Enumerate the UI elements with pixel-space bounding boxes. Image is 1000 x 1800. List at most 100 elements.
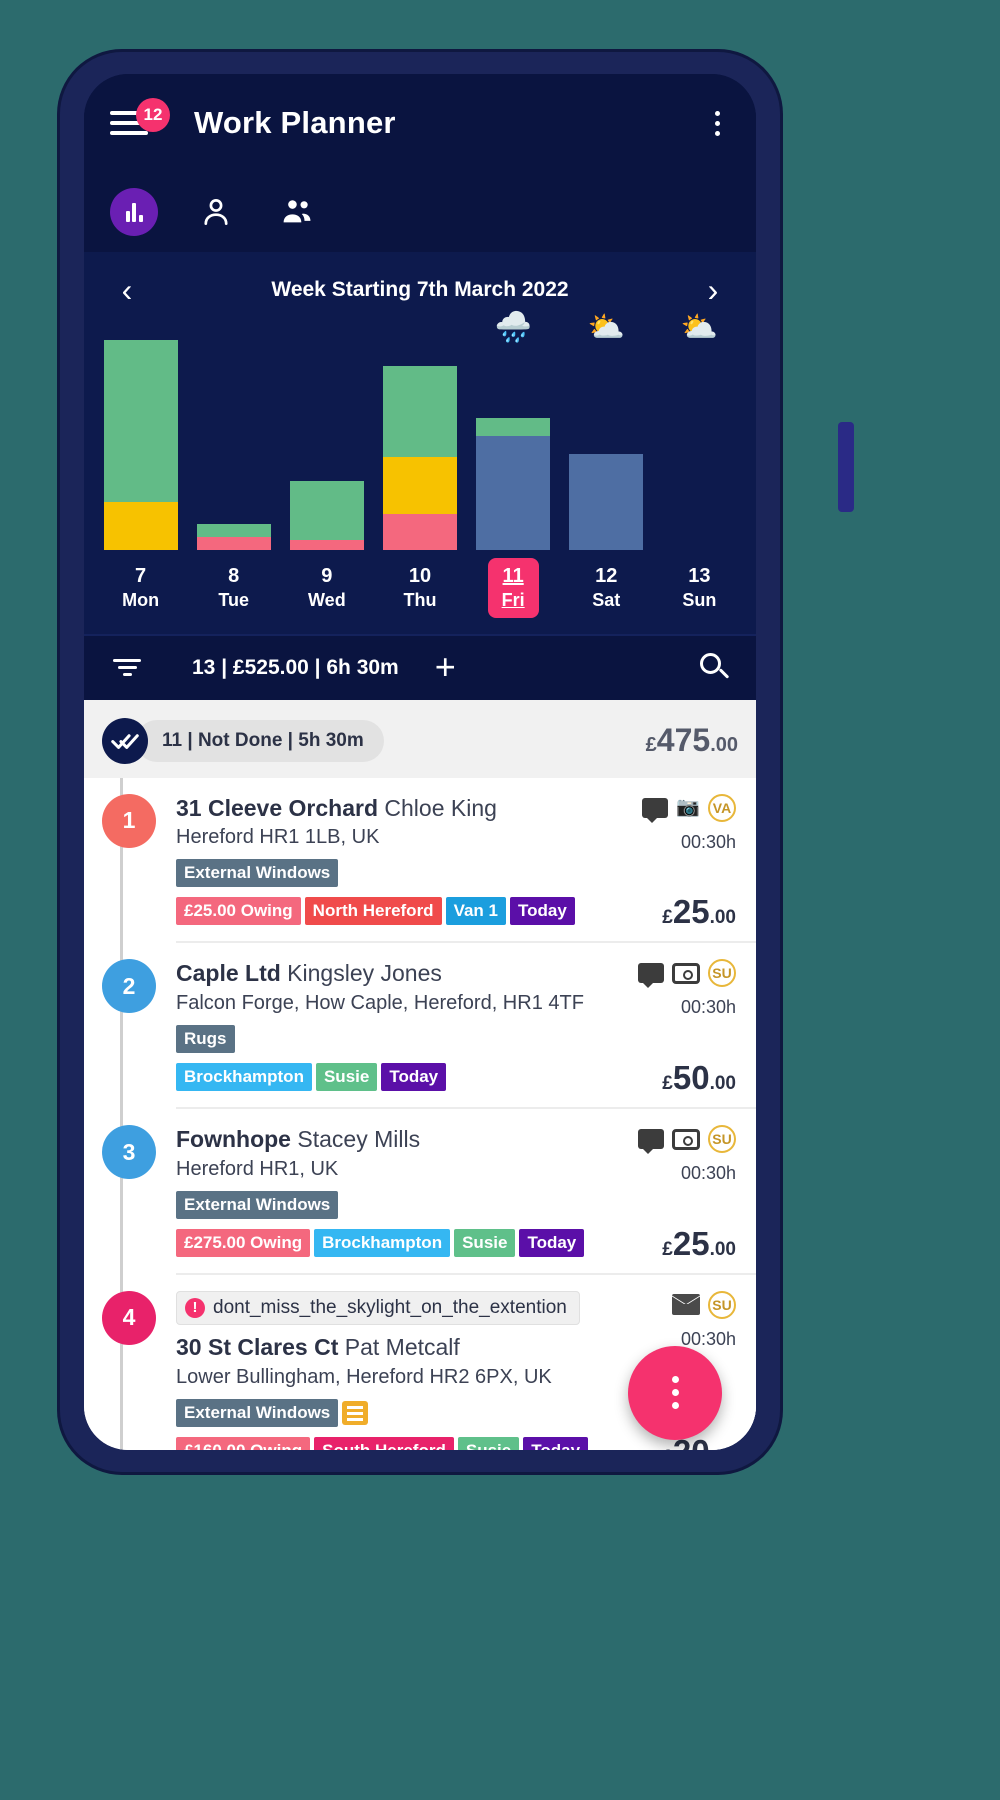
bar-column[interactable]	[373, 330, 466, 550]
label-tag[interactable]: Today	[523, 1436, 589, 1450]
chat-icon[interactable]	[638, 963, 664, 989]
bar-chart-icon	[125, 202, 143, 222]
label-tag[interactable]: Susie	[457, 1436, 520, 1450]
job-type-tag[interactable]: Rugs	[176, 1025, 235, 1053]
job-address: Falcon Forge, How Caple, Hereford, HR1 4…	[176, 992, 584, 1014]
label-tag[interactable]: Today	[381, 1063, 447, 1091]
job-amount-minor: .00	[710, 1447, 736, 1451]
tab-team[interactable]	[274, 188, 322, 236]
day-number: 11	[502, 565, 524, 587]
day-number: 7	[135, 565, 147, 587]
tab-chart[interactable]	[110, 188, 158, 236]
label-tag[interactable]: Today	[510, 897, 575, 926]
chat-icon[interactable]	[642, 797, 669, 823]
label-tag[interactable]: £25.00 Owing	[176, 897, 301, 926]
menu-badge: 12	[136, 98, 170, 132]
job-site: 30 St Clares Ct	[176, 1333, 339, 1360]
label-tag[interactable]: £160.00 Owing	[176, 1436, 311, 1450]
filter-icon[interactable]	[110, 659, 144, 676]
avatar[interactable]: SU	[708, 1290, 736, 1319]
bar-segment	[476, 417, 551, 436]
bar-column[interactable]	[94, 330, 187, 550]
label-tag[interactable]: £275.00 Owing	[176, 1228, 311, 1257]
job-card[interactable]: 1 31 Cleeve Orchard Chloe King Hereford HR…	[102, 777, 756, 944]
people-icon	[283, 200, 311, 223]
fab-more-button[interactable]	[628, 1345, 722, 1440]
day-button[interactable]: 7 Mon	[108, 558, 173, 618]
chat-icon[interactable]	[638, 1129, 664, 1154]
job-title: Caple Ltd Kingsley Jones	[176, 959, 608, 988]
job-card-meta: SU 00:30h £25.00	[608, 1125, 736, 1262]
camera-icon[interactable]: 📷	[676, 798, 700, 817]
day-button[interactable]: 10 Thu	[389, 558, 450, 618]
avatar[interactable]: VA	[708, 793, 736, 822]
money-icon[interactable]	[672, 1128, 700, 1150]
avatar[interactable]: SU	[708, 959, 736, 988]
job-card[interactable]: 3 Fownhope Stacey Mills Hereford HR1, UK Ex…	[102, 1109, 756, 1275]
job-title: Fownhope Stacey Mills	[176, 1125, 608, 1154]
bar-column[interactable]	[560, 330, 653, 550]
job-card-meta: 📷 VA 00:30h £25.00	[608, 793, 736, 930]
label-tag[interactable]: Brockhampton	[176, 1063, 312, 1091]
label-tag[interactable]: North Hereford	[304, 897, 442, 926]
job-type-row: External Windows	[176, 859, 608, 888]
tab-person[interactable]	[192, 188, 240, 236]
job-duration: 00:30h	[680, 1163, 736, 1183]
job-card[interactable]: 2 Caple Ltd Kingsley Jones Falcon Forge, H…	[102, 943, 756, 1109]
job-address: Lower Bullingham, Hereford HR2 6PX, UK	[176, 1365, 552, 1388]
group-header-not-done[interactable]: 11 | Not Done | 5h 30m £475.00	[84, 700, 756, 778]
bar-column[interactable]	[187, 330, 280, 550]
bar-column[interactable]	[280, 330, 373, 550]
avatar[interactable]: SU	[708, 1125, 736, 1153]
kebab-menu-icon[interactable]	[705, 105, 730, 142]
day-name: Fri	[501, 590, 525, 610]
label-tag[interactable]: Today	[519, 1228, 585, 1257]
job-number-badge[interactable]: 2	[102, 959, 156, 1014]
day-button[interactable]: 8 Tue	[204, 558, 263, 618]
job-tag-row: £25.00 Owing North Hereford Van 1 Today	[176, 897, 608, 926]
bar-segment	[382, 456, 457, 514]
job-site: Caple Ltd	[176, 960, 281, 987]
label-tag[interactable]: South Hereford	[314, 1436, 454, 1450]
money-icon[interactable]	[672, 962, 700, 984]
menu-button[interactable]: 12	[110, 98, 172, 146]
add-job-button[interactable]: +	[435, 649, 456, 685]
job-number-badge[interactable]: 3	[102, 1125, 156, 1179]
job-type-tag[interactable]: External Windows	[176, 1398, 339, 1427]
day-button[interactable]: 13 Sun	[668, 558, 730, 618]
label-tag[interactable]: Susie	[315, 1063, 378, 1091]
day-number: 8	[228, 565, 240, 587]
bar-column[interactable]	[467, 330, 560, 550]
note-icon[interactable]	[342, 1400, 369, 1425]
bar-column[interactable]	[653, 330, 746, 550]
day-button[interactable]: 12 Sat	[578, 558, 634, 618]
job-type-row: Rugs	[176, 1025, 608, 1053]
group-total-major: 475	[656, 722, 711, 758]
job-type-tag[interactable]: External Windows	[176, 859, 339, 888]
search-icon[interactable]	[700, 652, 730, 683]
job-address: Hereford HR1, UK	[176, 1157, 339, 1180]
job-number-badge[interactable]: 4	[102, 1290, 156, 1345]
job-card-meta: SU 00:30h £50.00	[608, 959, 736, 1096]
warning-chip[interactable]: ! dont_miss_the_skylight_on_the_extention	[176, 1290, 580, 1325]
phone-frame: 12 Work Planner ‹ Week Starting 7th Marc…	[60, 52, 854, 1472]
day-name: Thu	[403, 590, 437, 610]
envelope-icon[interactable]	[672, 1294, 700, 1316]
job-amount: £25.00	[662, 893, 736, 931]
day-button[interactable]: 11 Fri	[487, 558, 539, 618]
person-icon	[204, 199, 228, 225]
bar-segment	[476, 435, 551, 550]
job-amount-minor: .00	[709, 1238, 736, 1260]
label-tag[interactable]: Brockhampton	[314, 1228, 451, 1257]
stacked-bar	[196, 524, 271, 550]
job-list[interactable]: 11 | Not Done | 5h 30m £475.00 1 31 Cleev…	[84, 699, 756, 1451]
job-number-badge[interactable]: 1	[102, 793, 156, 848]
job-customer: Kingsley Jones	[287, 960, 442, 987]
job-type-tag[interactable]: External Windows	[176, 1190, 339, 1219]
label-tag[interactable]: Van 1	[445, 897, 506, 926]
label-tag[interactable]: Susie	[454, 1228, 516, 1257]
bar-segment	[382, 365, 457, 457]
phone-power-button[interactable]	[838, 422, 854, 512]
day-button[interactable]: 9 Wed	[294, 558, 360, 618]
bar-segment	[289, 539, 364, 550]
